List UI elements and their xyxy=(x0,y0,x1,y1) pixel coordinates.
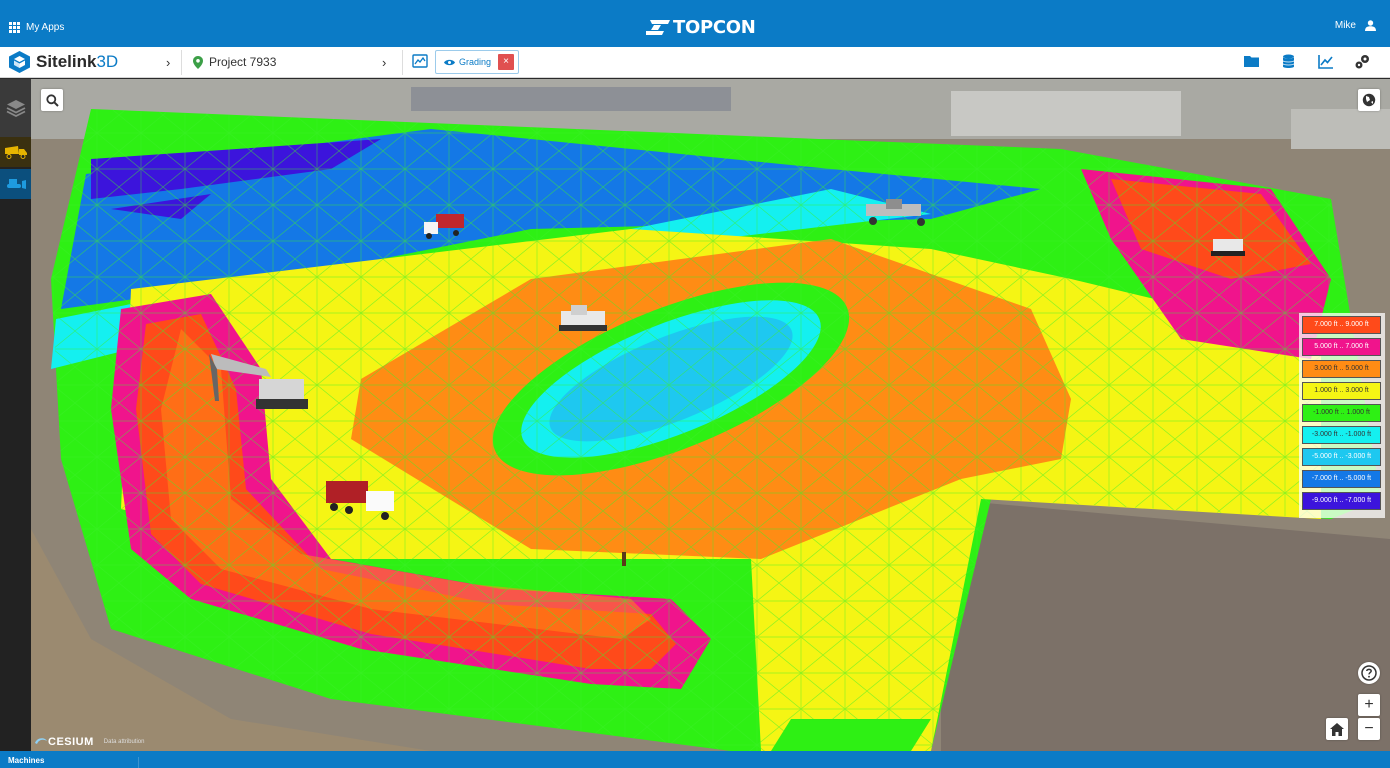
sidebar-item-dozers[interactable] xyxy=(0,169,31,199)
sitelink-hex-icon xyxy=(9,51,30,73)
map-layer-icon[interactable] xyxy=(412,54,428,73)
left-toolbar xyxy=(0,79,31,751)
tab-machines[interactable]: Machines xyxy=(8,756,44,765)
cesium-logo-icon xyxy=(35,738,47,744)
tab-grading[interactable]: Grading × xyxy=(435,50,519,74)
legend-item: 1.000 ft .. 3.000 ft xyxy=(1302,382,1381,400)
bottom-bar: Machines xyxy=(0,751,1390,768)
globe-icon xyxy=(1362,93,1376,107)
cesium-logo: CESIUM xyxy=(48,736,94,748)
user-name: Mike xyxy=(1334,20,1356,31)
close-tab-button[interactable]: × xyxy=(498,54,514,70)
folder-icon[interactable] xyxy=(1243,53,1260,70)
search-icon xyxy=(45,93,59,107)
home-icon xyxy=(1330,722,1344,736)
tab-grading-label: Grading xyxy=(459,57,492,67)
top-bar: My Apps TOPCON Mike xyxy=(0,0,1390,47)
globe-button[interactable] xyxy=(1358,89,1380,111)
user-menu[interactable]: Mike xyxy=(1335,20,1376,31)
grading-cut-fill-map[interactable] xyxy=(31,79,1390,751)
settings-network-icon[interactable] xyxy=(1354,53,1371,70)
legend-item: 3.000 ft .. 5.000 ft xyxy=(1302,360,1381,378)
nav-bar: Sitelink3D › Project 7933 › Grading × xyxy=(0,47,1390,78)
chevron-right-icon[interactable]: › xyxy=(166,55,170,70)
legend-item: -3.000 ft .. -1.000 ft xyxy=(1302,426,1381,444)
help-icon xyxy=(1361,665,1377,681)
topcon-mark-icon xyxy=(646,20,670,35)
apps-grid-icon xyxy=(9,22,20,33)
sidebar-item-trucks[interactable] xyxy=(0,137,31,167)
legend-item: 7.000 ft .. 9.000 ft xyxy=(1302,316,1381,334)
project-selector[interactable]: Project 7933 xyxy=(193,55,276,69)
dozer-marker[interactable] xyxy=(1211,239,1245,256)
cesium-attribution[interactable]: CESIUM Data attribution xyxy=(34,736,144,748)
chart-icon[interactable] xyxy=(1317,53,1334,70)
layers-button[interactable] xyxy=(0,79,31,137)
legend-item: 5.000 ft .. 7.000 ft xyxy=(1302,338,1381,356)
eye-icon xyxy=(444,59,455,65)
brand-name: TOPCON xyxy=(673,17,756,38)
dozer-icon xyxy=(6,179,26,189)
project-name: Project 7933 xyxy=(209,55,277,69)
sitelink-logo[interactable]: Sitelink3D xyxy=(9,51,118,73)
map-viewport[interactable]: 7.000 ft .. 9.000 ft 5.000 ft .. 7.000 ft… xyxy=(31,79,1390,751)
help-button[interactable] xyxy=(1358,662,1380,684)
home-button[interactable] xyxy=(1326,718,1348,740)
worker-marker[interactable] xyxy=(622,552,626,566)
dump-truck-icon xyxy=(4,146,27,159)
my-apps-button[interactable]: My Apps xyxy=(9,22,64,33)
elevation-legend: 7.000 ft .. 9.000 ft 5.000 ft .. 7.000 ft… xyxy=(1299,313,1385,518)
legend-item: -5.000 ft .. -3.000 ft xyxy=(1302,448,1381,466)
user-icon xyxy=(1365,20,1376,31)
chevron-right-icon[interactable]: › xyxy=(382,55,386,70)
map-pin-icon xyxy=(193,55,203,69)
legend-item: -7.000 ft .. -5.000 ft xyxy=(1302,470,1381,488)
legend-item: -1.000 ft .. 1.000 ft xyxy=(1302,404,1381,422)
product-name: Sitelink3D xyxy=(36,52,119,71)
zoom-out-button[interactable]: − xyxy=(1358,718,1380,740)
layers-icon xyxy=(6,100,25,118)
data-attribution-link[interactable]: Data attribution xyxy=(104,739,145,745)
search-button[interactable] xyxy=(41,89,63,111)
legend-item: -9.000 ft .. -7.000 ft xyxy=(1302,492,1381,510)
topcon-logo: TOPCON xyxy=(646,17,756,38)
zoom-in-button[interactable]: + xyxy=(1358,694,1380,716)
my-apps-label: My Apps xyxy=(26,22,65,33)
database-icon[interactable] xyxy=(1280,53,1297,70)
